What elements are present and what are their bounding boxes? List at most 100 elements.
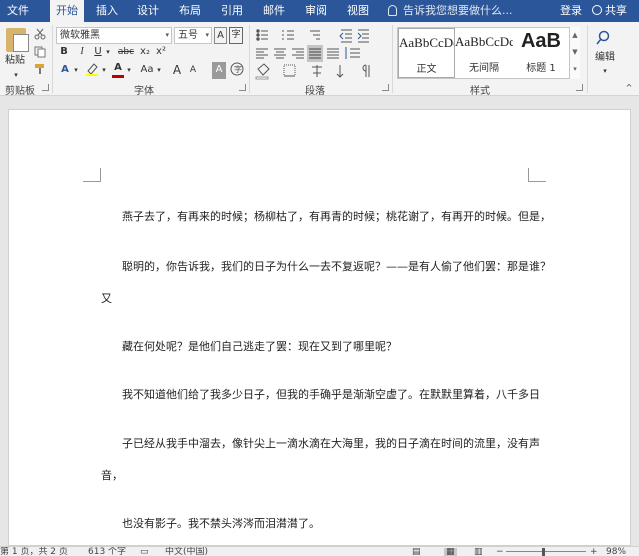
shading-icon[interactable] [255, 63, 270, 80]
group-divider [249, 25, 250, 93]
distributed-icon[interactable] [327, 48, 339, 59]
phonetic-guide-button[interactable]: 字 [229, 27, 243, 44]
document-area: 燕子去了，有再来的时候；杨柳枯了，有再青的时候；桃花谢了，有再开的时候。但是， … [0, 97, 639, 546]
styles-group-label: 样式 [470, 86, 490, 97]
document-page[interactable]: 燕子去了，有再来的时候；杨柳枯了，有再青的时候；桃花谢了，有再开的时候。但是， … [8, 109, 631, 546]
character-shading-button[interactable]: A [212, 62, 226, 79]
enclose-characters-button[interactable]: 字 [229, 62, 244, 79]
format-painter-icon[interactable] [34, 63, 46, 75]
styles-scroll[interactable]: ▲ ▼ ▾ [569, 27, 580, 79]
share-button[interactable]: 共享 [592, 0, 627, 22]
web-layout-icon[interactable]: ▥ [474, 548, 483, 556]
clear-format-button[interactable]: A [214, 27, 227, 44]
tab-file[interactable]: 文件 [0, 0, 36, 22]
tab-home[interactable]: 开始 [50, 0, 84, 23]
tab-mailings[interactable]: 邮件 [257, 0, 291, 22]
increase-indent-icon[interactable] [357, 29, 369, 43]
collapse-ribbon-icon[interactable]: ^ [623, 80, 635, 97]
cut-icon[interactable] [34, 28, 46, 40]
font-name-combo[interactable]: 微软雅黑 ▾ [56, 27, 172, 44]
zoom-out-icon[interactable]: − [496, 548, 504, 556]
zoom-level[interactable]: 98% [606, 548, 626, 556]
chevron-down-icon: ▾ [165, 31, 169, 39]
paragraph-group-label: 段落 [305, 86, 325, 97]
enclose-icon: 字 [230, 62, 243, 76]
paragraph-1[interactable]: 燕子去了，有再来的时候；杨柳枯了，有再青的时候；桃花谢了，有再开的时候。但是， [122, 208, 551, 224]
paragraph-5-wrap[interactable]: 音， [101, 467, 123, 483]
font-size-combo[interactable]: 五号 ▾ [174, 27, 212, 44]
style-normal[interactable]: AaBbCcDc 正文 [398, 28, 455, 78]
bullets-icon[interactable] [256, 29, 268, 41]
paragraph-3[interactable]: 藏在何处呢？是他们自己逃走了罢：现在又到了哪里呢？ [122, 338, 397, 354]
dialog-launcher-icon[interactable] [239, 84, 246, 91]
tab-insert[interactable]: 插入 [90, 0, 124, 22]
line-spacing-icon[interactable] [345, 47, 360, 59]
borders-icon[interactable] [283, 64, 296, 77]
tab-review[interactable]: 审阅 [299, 0, 333, 22]
shrink-font-button[interactable]: A [186, 62, 200, 79]
copy-icon[interactable] [34, 46, 46, 58]
group-divider [587, 25, 588, 93]
highlight-button[interactable] [84, 62, 100, 79]
paragraph-6[interactable]: 也没有影子。我不禁头涔涔而泪潸潸了。 [122, 515, 320, 531]
strikethrough-button[interactable]: abc [116, 44, 136, 61]
style-no-spacing[interactable]: AaBbCcDc 无间隔 [455, 28, 513, 78]
dialog-launcher-icon[interactable] [576, 84, 583, 91]
style-name: 标题 1 [526, 63, 556, 74]
tell-me-box[interactable]: 告诉我您想要做什么... [388, 0, 513, 22]
chevron-down-icon[interactable]: ▾ [125, 62, 133, 79]
subscript-button[interactable]: x₂ [138, 44, 152, 61]
read-mode-icon[interactable]: ▤ [412, 548, 421, 556]
show-marks-icon[interactable] [362, 64, 370, 77]
proofing-icon[interactable]: ▭ [140, 548, 149, 556]
dialog-launcher-icon[interactable] [42, 84, 49, 91]
more-icon[interactable]: ▾ [570, 61, 580, 78]
paragraph-5[interactable]: 子已经从我手中溜去，像针尖上一滴水滴在大海里，我的日子滴在时间的流里，没有声 [122, 435, 540, 451]
paragraph-buttons[interactable] [254, 27, 386, 81]
style-heading-1[interactable]: AaB 标题 1 [513, 28, 569, 78]
italic-button[interactable]: I [76, 44, 88, 61]
status-bar: 第 1 页，共 2 页 613 个字 ▭ 中文(中国) ▤ ▦ ▥ − + 98… [0, 546, 639, 556]
chevron-down-icon[interactable]: ▼ [570, 44, 580, 61]
align-left-icon[interactable] [256, 48, 268, 59]
dialog-launcher-icon[interactable] [382, 84, 389, 91]
underline-button[interactable]: U [92, 44, 104, 61]
paragraph-4[interactable]: 我不知道他们给了我多少日子，但我的手确乎是渐渐空虚了。在默默里算着，八千多日 [122, 386, 540, 402]
chevron-down-icon[interactable]: ▾ [72, 62, 80, 79]
paragraph-2[interactable]: 聪明的，你告诉我，我们的日子为什么一去不复返呢？——是有人偷了他们罢：那是谁？ [122, 258, 551, 274]
bold-button[interactable]: B [58, 44, 70, 61]
numbering-icon[interactable] [282, 30, 294, 40]
search-icon[interactable] [595, 30, 611, 46]
chevron-up-icon[interactable]: ▲ [570, 27, 580, 44]
change-case-button[interactable]: Aa [138, 62, 156, 79]
login-link[interactable]: 登录 [560, 0, 582, 22]
word-count[interactable]: 613 个字 [88, 548, 126, 556]
align-right-icon[interactable] [292, 48, 304, 59]
decrease-indent-icon[interactable] [339, 29, 352, 43]
sort-icon[interactable] [336, 65, 344, 78]
text-effects-button[interactable]: A [58, 62, 72, 79]
page-count[interactable]: 第 1 页，共 2 页 [0, 548, 68, 556]
zoom-in-icon[interactable]: + [590, 548, 598, 556]
grow-font-button[interactable]: A [170, 62, 184, 79]
zoom-slider-thumb[interactable] [542, 548, 545, 556]
tab-view[interactable]: 视图 [341, 0, 375, 22]
tab-design[interactable]: 设计 [131, 0, 165, 22]
clipboard-group-label: 剪贴板 [5, 86, 35, 97]
superscript-button[interactable]: x² [154, 44, 168, 61]
paste-icon[interactable] [6, 28, 29, 52]
multilevel-list-icon[interactable] [310, 30, 320, 40]
chevron-down-icon[interactable]: ▾ [104, 44, 112, 61]
print-layout-icon[interactable]: ▦ [444, 548, 457, 556]
chevron-down-icon[interactable]: ▾ [600, 63, 610, 80]
chinese-layout-icon[interactable] [312, 65, 322, 77]
paragraph-2-wrap[interactable]: 又 [101, 290, 112, 306]
tab-references[interactable]: 引用 [215, 0, 249, 22]
align-center-icon[interactable] [274, 48, 286, 59]
chevron-down-icon[interactable]: ▾ [155, 62, 163, 79]
zoom-slider[interactable] [506, 551, 586, 552]
chevron-down-icon[interactable]: ▾ [100, 62, 108, 79]
language-indicator[interactable]: 中文(中国) [165, 548, 208, 556]
font-color-button[interactable]: A [111, 60, 125, 78]
tab-layout[interactable]: 布局 [173, 0, 207, 22]
